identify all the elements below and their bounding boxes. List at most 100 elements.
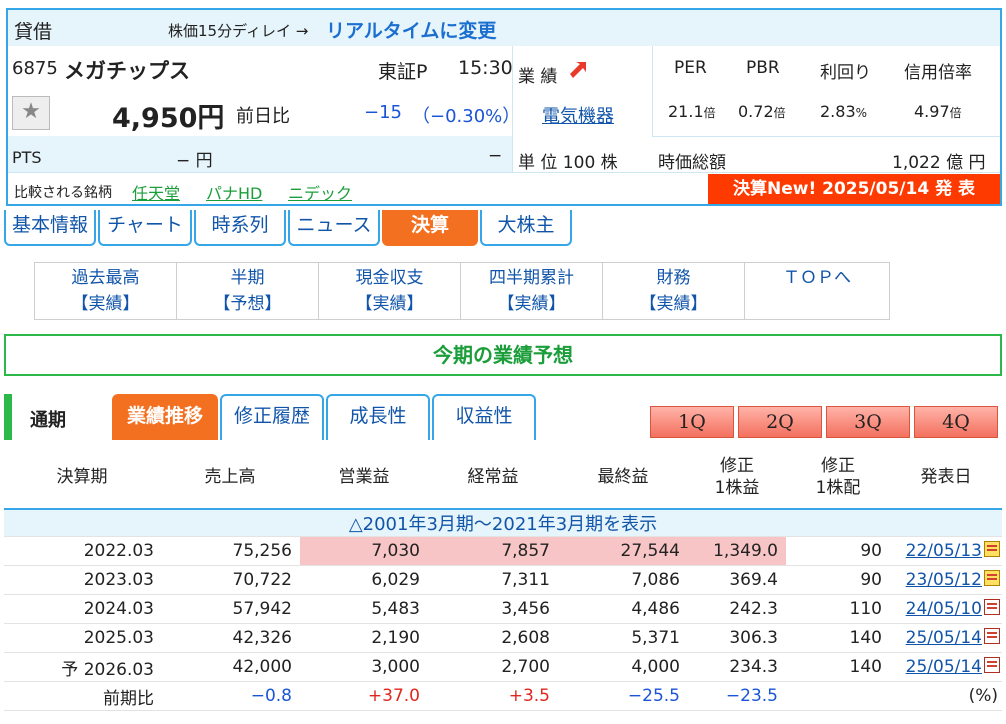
date-link[interactable]: 23/05/12: [906, 570, 982, 590]
table-row: 2023.03 70,722 6,029 7,311 7,086 369.4 9…: [4, 565, 1002, 595]
document-icon[interactable]: [984, 599, 1000, 615]
cell-period: 予 2026.03: [4, 652, 160, 682]
compare-label: 比較される銘柄: [14, 185, 112, 201]
margin-label: 信用倍率: [904, 63, 972, 83]
pts-value: − 円: [176, 151, 213, 171]
lend-label: 貸借: [14, 21, 53, 43]
cell-op: 3,000: [300, 652, 428, 682]
cell-yoy-label: 前期比: [4, 681, 160, 711]
tab-performance-trend[interactable]: 業績推移: [112, 394, 218, 440]
col-header: 営業益: [300, 446, 428, 510]
cell-ord: 7,311: [428, 565, 558, 595]
tab-timeseries[interactable]: 時系列: [194, 210, 286, 246]
quote-time: 15:30: [458, 57, 513, 79]
pbr-label: PBR: [746, 58, 780, 78]
cell-ord: 3,456: [428, 594, 558, 624]
trading-unit: 単 位 100 株: [518, 153, 618, 173]
earnings-new-badge[interactable]: 決算New! 2025/05/14 発 表: [708, 174, 1000, 204]
subnav-financial[interactable]: 財務 【実績】: [603, 263, 745, 319]
price-change: −15: [364, 102, 402, 123]
cell-yoy-sales: −0.8: [160, 681, 300, 711]
quarter-button[interactable]: 2Q: [738, 406, 822, 438]
col-header: 決算期: [4, 446, 160, 510]
performance-label: 業 績: [518, 67, 558, 87]
market-cap-value: 1,022 億 円: [892, 153, 986, 173]
table-row: 2025.03 42,326 2,190 2,608 5,371 306.3 1…: [4, 623, 1002, 653]
subnav-half[interactable]: 半期 【予想】: [177, 263, 319, 319]
tab-shareholders[interactable]: 大株主: [480, 210, 572, 246]
cell-op: 7,030: [300, 536, 428, 566]
cell-net: 4,000: [558, 652, 688, 682]
date-link[interactable]: 24/05/10: [906, 599, 982, 619]
delay-note: 株価15分ディレイ →: [168, 22, 309, 40]
table-row: 2024.03 57,942 5,483 3,456 4,486 242.3 1…: [4, 594, 1002, 624]
earnings-table: 決算期 売上高 営業益 経常益 最終益 修正 1株益 修正 1株配 発表日 △2…: [4, 446, 1002, 711]
cell-sales: 42,000: [160, 652, 300, 682]
quarter-button[interactable]: 1Q: [650, 406, 734, 438]
col-header: 経常益: [428, 446, 558, 510]
cell-eps: 369.4: [688, 565, 786, 595]
header-top-bar: [8, 10, 1000, 46]
favorite-star-icon[interactable]: ★: [12, 96, 50, 130]
col-header: 最終益: [558, 446, 688, 510]
cell-div: 140: [786, 623, 890, 653]
document-icon[interactable]: [984, 541, 1000, 557]
cell-eps: 306.3: [688, 623, 786, 653]
market-cap-label: 時価総額: [658, 153, 726, 173]
compare-link[interactable]: ニデック: [288, 180, 352, 204]
tab-earnings[interactable]: 決算: [382, 210, 478, 246]
date-link[interactable]: 25/05/14: [906, 657, 982, 677]
document-icon[interactable]: [984, 570, 1000, 586]
divider: [652, 136, 1000, 137]
tab-growth[interactable]: 成長性: [326, 394, 430, 440]
market: 東証P: [378, 61, 428, 83]
subnav-cashflow[interactable]: 現金収支 【実績】: [319, 263, 461, 319]
cell-eps: 1,349.0: [688, 536, 786, 566]
cell-sales: 42,326: [160, 623, 300, 653]
col-header: 売上高: [160, 446, 300, 510]
date-link[interactable]: 25/05/14: [906, 628, 982, 648]
pts-change: −: [488, 146, 503, 166]
arrow-up-right-icon: [568, 60, 588, 80]
cell-period: 2025.03: [4, 623, 160, 653]
tab-profitability[interactable]: 収益性: [432, 394, 536, 440]
show-more-row[interactable]: △2001年3月期〜2021年3月期を表示: [4, 509, 1002, 537]
show-more-link[interactable]: △2001年3月期〜2021年3月期を表示: [4, 509, 1002, 537]
per-value: 21.1倍: [668, 102, 716, 121]
date-link[interactable]: 22/05/13: [906, 541, 982, 561]
tab-chart[interactable]: チャート: [98, 210, 192, 246]
cell-yoy-net: −25.5: [558, 681, 688, 711]
cell-yoy-op: +37.0: [300, 681, 428, 711]
cell-op: 6,029: [300, 565, 428, 595]
compare-link[interactable]: パナHD: [206, 180, 262, 204]
period-marker: [4, 394, 12, 440]
cell-sales: 75,256: [160, 536, 300, 566]
cell-ord: 7,857: [428, 536, 558, 566]
divider: [512, 46, 513, 172]
cell-eps: 242.3: [688, 594, 786, 624]
cell-net: 7,086: [558, 565, 688, 595]
quarter-button[interactable]: 3Q: [826, 406, 910, 438]
document-icon[interactable]: [984, 628, 1000, 644]
margin-value: 4.97倍: [914, 102, 962, 121]
compare-link[interactable]: 任天堂: [132, 180, 180, 204]
cell-ord: 2,608: [428, 623, 558, 653]
tab-basic-info[interactable]: 基本情報: [4, 210, 96, 246]
sector-link[interactable]: 電気機器: [542, 102, 614, 128]
realtime-link[interactable]: リアルタイムに変更: [326, 16, 496, 43]
cell-net: 27,544: [558, 536, 688, 566]
divider: [8, 172, 1000, 173]
tab-news[interactable]: ニュース: [288, 210, 380, 246]
cell-sales: 70,722: [160, 565, 300, 595]
quarter-button[interactable]: 4Q: [914, 406, 998, 438]
subnav-record-high[interactable]: 過去最高 【実績】: [35, 263, 177, 319]
cell-op: 2,190: [300, 623, 428, 653]
table-row: 2022.03 75,256 7,030 7,857 27,544 1,349.…: [4, 536, 1002, 566]
document-icon[interactable]: [984, 657, 1000, 673]
subnav-quarterly[interactable]: 四半期累計 【実績】: [461, 263, 603, 319]
pts-row: [8, 136, 512, 172]
subnav-top[interactable]: ＴＯＰへ: [745, 263, 889, 319]
cell-yoy-eps: −23.5: [688, 681, 786, 711]
tab-revision-history[interactable]: 修正履歴: [220, 394, 324, 440]
prev-day-label: 前日比: [236, 106, 290, 127]
